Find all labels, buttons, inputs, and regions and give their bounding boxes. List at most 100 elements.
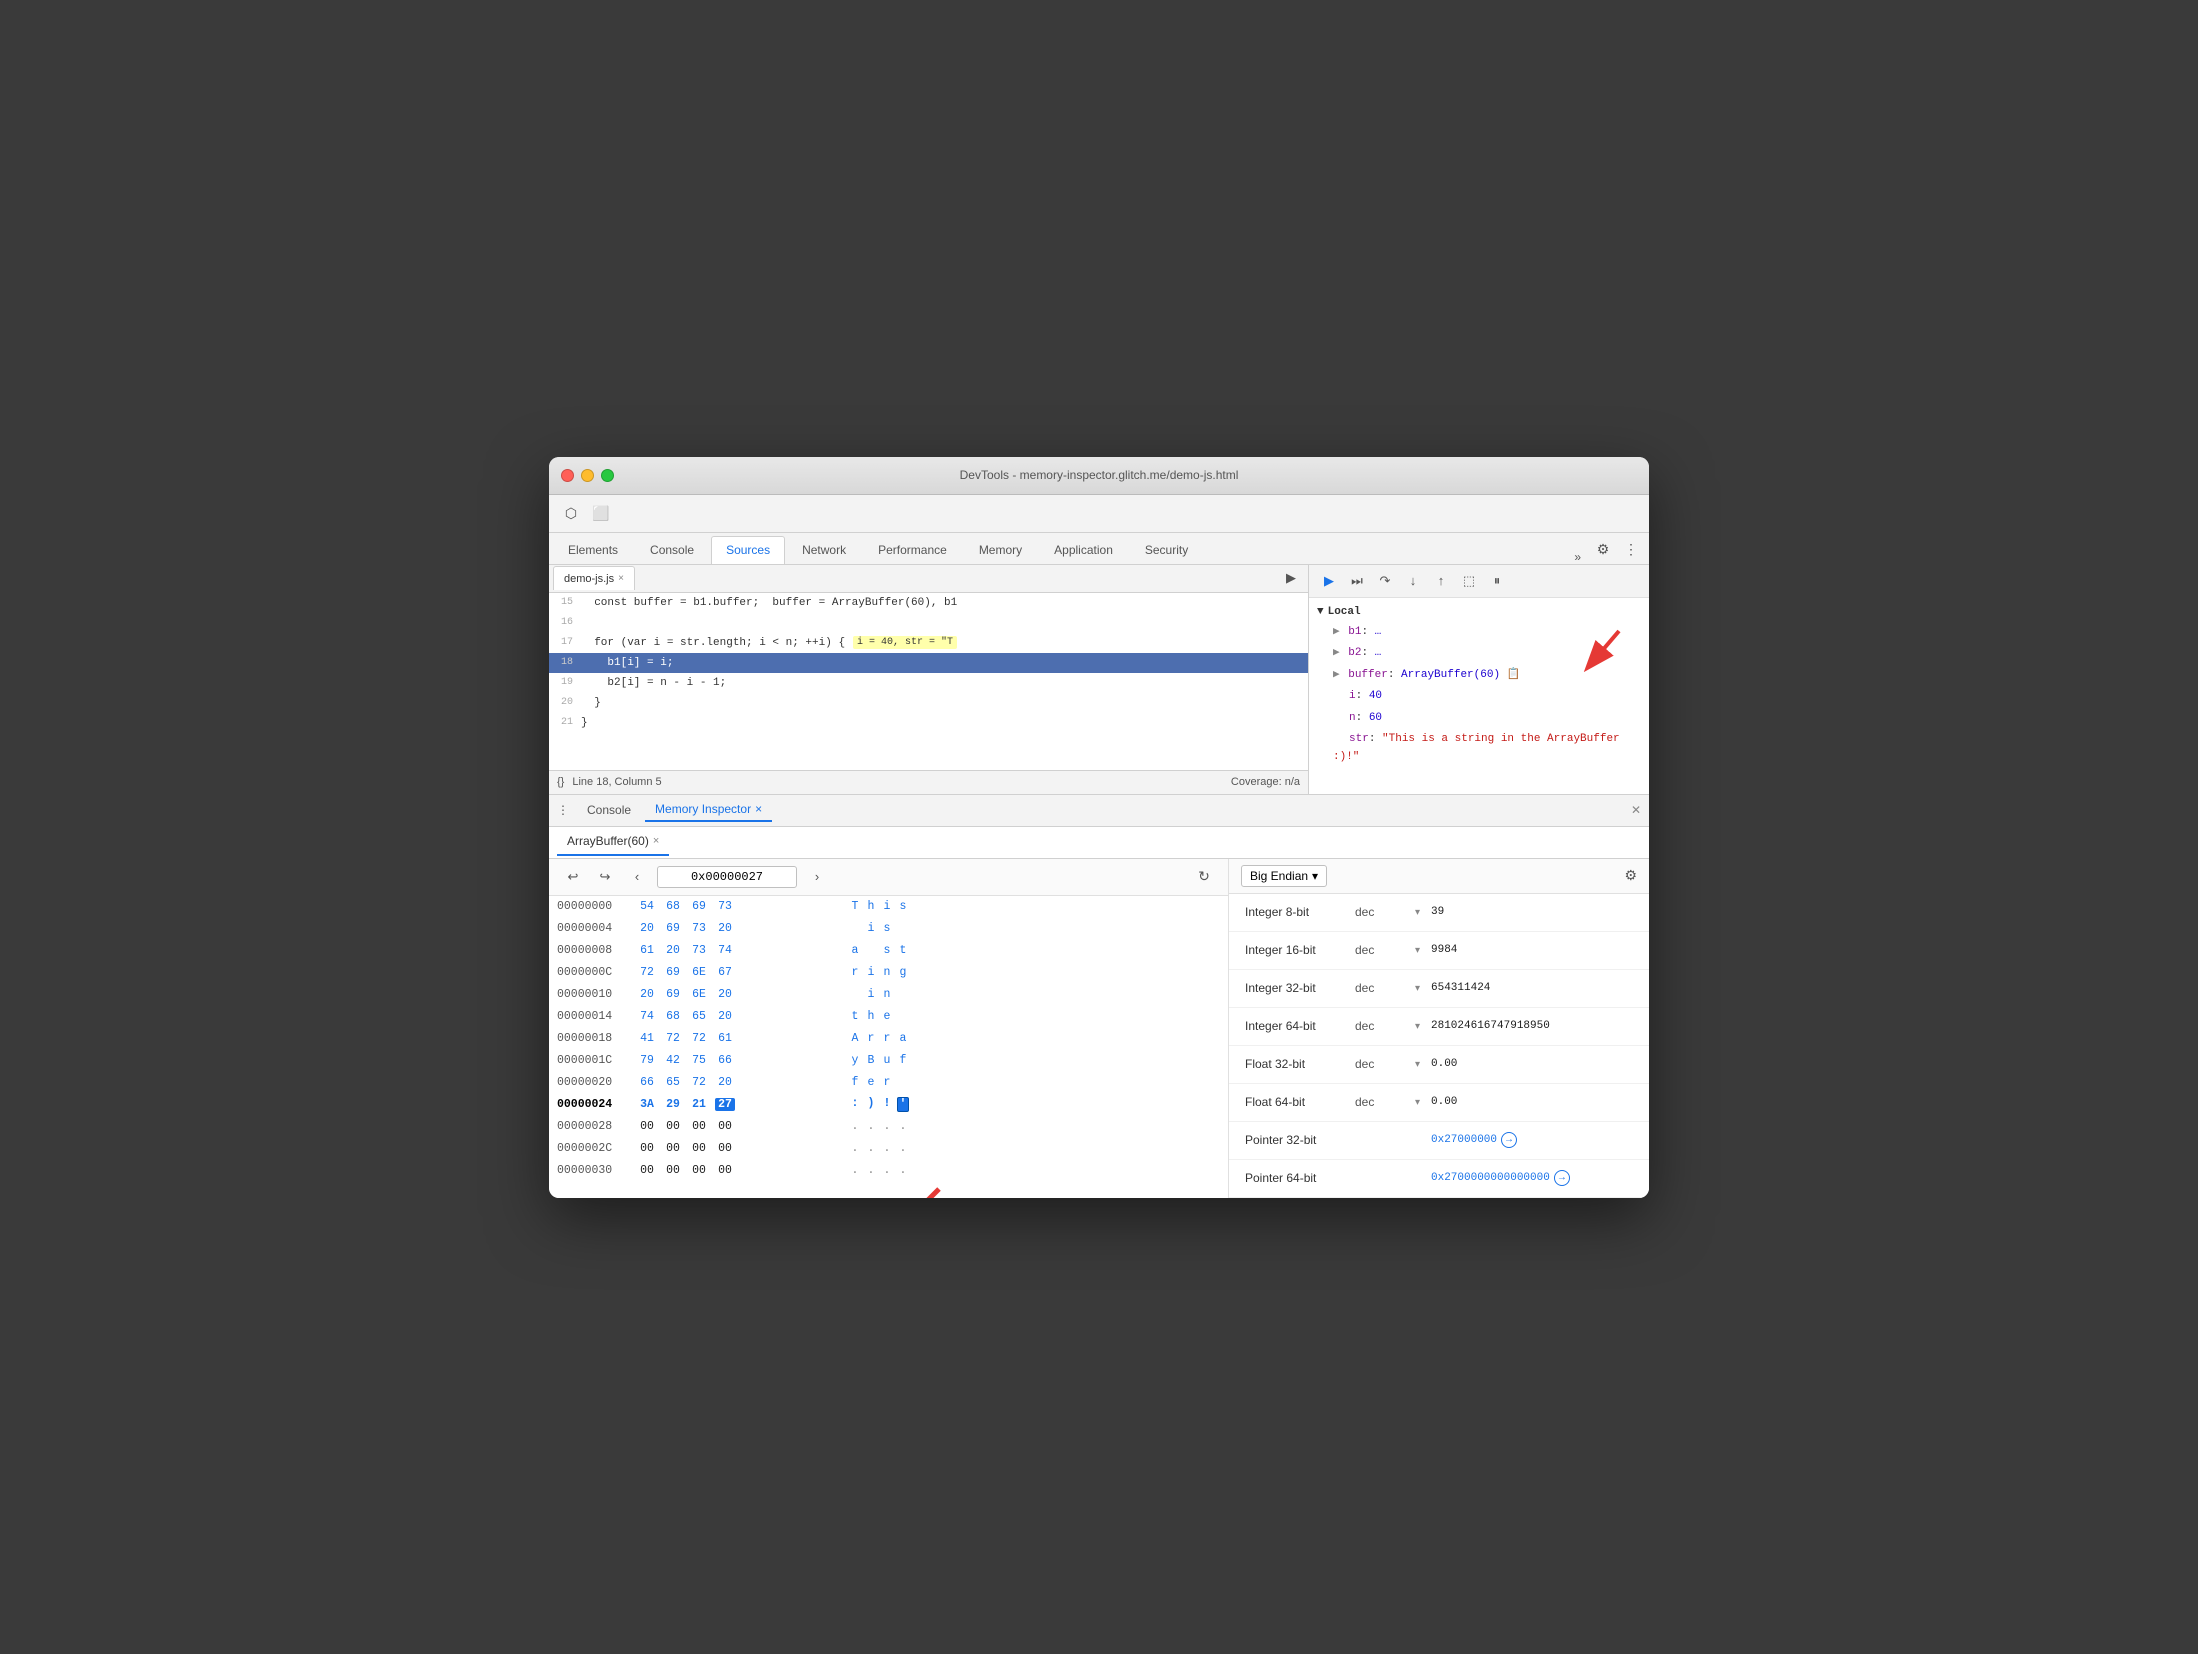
devtools-window: DevTools - memory-inspector.glitch.me/de…	[549, 457, 1649, 1198]
console-panel-tab[interactable]: Console	[577, 798, 641, 822]
var-str: str: "This is a string in the ArrayBuffe…	[1317, 729, 1641, 768]
scope-label: ▼ Local	[1317, 606, 1641, 618]
minimize-button[interactable]	[581, 469, 594, 482]
source-tab-close[interactable]: ×	[618, 573, 624, 584]
address-input[interactable]	[657, 866, 797, 888]
selected-byte[interactable]: 27	[715, 1098, 735, 1111]
arraybuffer-tab[interactable]: ArrayBuffer(60) ×	[557, 828, 669, 856]
memory-inspector-panel: ⋮ Console Memory Inspector × ✕ Ar	[549, 795, 1649, 1198]
devtools-top-toolbar: ⬡ ⬜	[549, 495, 1649, 533]
var-n: n: 60	[1317, 708, 1641, 730]
hex-row-14: 00000014 74 68 65 20 t h	[549, 1006, 1228, 1028]
arraybuffer-tab-close[interactable]: ×	[653, 835, 659, 847]
code-line-21: 21 }	[549, 713, 1308, 733]
source-status-bar: {} Line 18, Column 5 Coverage: n/a	[549, 770, 1308, 794]
tab-application[interactable]: Application	[1039, 536, 1128, 564]
brace-icon: {}	[557, 776, 564, 788]
panel-menu-icon[interactable]: ⋮	[557, 803, 569, 817]
resume-button[interactable]: ▶	[1317, 569, 1341, 593]
tab-performance[interactable]: Performance	[863, 536, 962, 564]
hex-panel[interactable]: ↩ ↪ ‹ › ↻ 00000000 54	[549, 859, 1229, 1198]
pointer32-navigate-icon[interactable]: →	[1501, 1132, 1517, 1148]
tab-console[interactable]: Console	[635, 536, 709, 564]
var-buffer: ▶ buffer: ArrayBuffer(60) 📋	[1317, 665, 1641, 687]
var-b1: ▶ b1: …	[1317, 622, 1641, 644]
device-icon[interactable]: ⬜	[587, 499, 615, 527]
redo-button[interactable]: ↪	[593, 865, 617, 889]
hex-row-1c: 0000001C 79 42 75 66 y B	[549, 1050, 1228, 1072]
bottom-panel: ⋮ Console Memory Inspector × ✕ Ar	[549, 795, 1649, 1198]
pointer64-navigate-icon[interactable]: →	[1554, 1170, 1570, 1186]
title-bar: DevTools - memory-inspector.glitch.me/de…	[549, 457, 1649, 495]
selected-char[interactable]: '	[897, 1097, 909, 1112]
chevron-down-icon: ▾	[1312, 869, 1318, 883]
refresh-button[interactable]: ↻	[1192, 865, 1216, 889]
debugger-toolbar: ▶ ⏭ ↷ ↓ ↑ ⬚ ⏸	[1309, 565, 1649, 598]
hex-row-18: 00000018 41 72 72 61 A r	[549, 1028, 1228, 1050]
panel-close-button[interactable]: ✕	[1631, 803, 1641, 817]
memory-inspector-close[interactable]: ×	[755, 802, 762, 816]
top-panel: demo-js.js × ▶ 15 const buffer = b1.buff…	[549, 565, 1649, 795]
maximize-button[interactable]	[601, 469, 614, 482]
inspector-row-ptr32: Pointer 32-bit 0x27000000 →	[1229, 1122, 1649, 1160]
hex-row-30: 00000030 00 00 00 00 . .	[549, 1160, 1228, 1182]
inspector-panel: Big Endian ▾ ⚙ Integer 8-bit dec ▾ 39	[1229, 859, 1649, 1198]
inspector-toolbar: Big Endian ▾ ⚙	[1229, 859, 1649, 894]
undo-button[interactable]: ↩	[561, 865, 585, 889]
memory-inspector-panel-tab[interactable]: Memory Inspector ×	[645, 798, 772, 822]
inspector-row-int8: Integer 8-bit dec ▾ 39	[1229, 894, 1649, 932]
hex-row-20: 00000020 66 65 72 20 f e	[549, 1072, 1228, 1094]
window-title: DevTools - memory-inspector.glitch.me/de…	[960, 468, 1239, 482]
hex-row-8: 00000008 61 20 73 74 a	[549, 940, 1228, 962]
cursor-icon[interactable]: ⬡	[557, 499, 585, 527]
traffic-lights	[561, 469, 614, 482]
tab-memory[interactable]: Memory	[964, 536, 1037, 564]
tab-network[interactable]: Network	[787, 536, 861, 564]
main-tabs-bar: Elements Console Sources Network Perform…	[549, 533, 1649, 565]
tab-security[interactable]: Security	[1130, 536, 1203, 564]
step-over-button[interactable]: ↷	[1373, 569, 1397, 593]
hex-toolbar: ↩ ↪ ‹ › ↻	[549, 859, 1228, 896]
close-button[interactable]	[561, 469, 574, 482]
pause-exceptions-button[interactable]: ⏸	[1485, 569, 1509, 593]
step-out-button[interactable]: ↑	[1429, 569, 1453, 593]
main-content: demo-js.js × ▶ 15 const buffer = b1.buff…	[549, 565, 1649, 1198]
tab-elements[interactable]: Elements	[553, 536, 633, 564]
endian-selector[interactable]: Big Endian ▾	[1241, 865, 1327, 887]
inspector-row-int32: Integer 32-bit dec ▾ 654311424	[1229, 970, 1649, 1008]
hex-row-0: 00000000 54 68 69 73 T h	[549, 896, 1228, 918]
memory-sub-tab-bar: ArrayBuffer(60) ×	[549, 827, 1649, 859]
more-tabs-button[interactable]: »	[1566, 550, 1589, 564]
source-file-tab[interactable]: demo-js.js ×	[553, 566, 635, 590]
code-line-15: 15 const buffer = b1.buffer; buffer = Ar…	[549, 593, 1308, 613]
next-address-button[interactable]: ›	[805, 865, 829, 889]
source-panel: demo-js.js × ▶ 15 const buffer = b1.buff…	[549, 565, 1309, 794]
inspector-row-ptr64: Pointer 64-bit 0x2700000000000000 →	[1229, 1160, 1649, 1198]
settings-icon[interactable]: ⚙	[1589, 536, 1617, 564]
source-run-button[interactable]: ▶	[1278, 570, 1304, 586]
source-tab-bar: demo-js.js × ▶	[549, 565, 1308, 593]
hex-row-2c: 0000002C 00 00 00 00 . .	[549, 1138, 1228, 1160]
code-line-20: 20 }	[549, 693, 1308, 713]
panel-tab-bar: ⋮ Console Memory Inspector × ✕	[549, 795, 1649, 827]
source-position: Line 18, Column 5	[572, 776, 661, 788]
source-filename: demo-js.js	[564, 573, 614, 585]
prev-address-button[interactable]: ‹	[625, 865, 649, 889]
var-i: i: 40	[1317, 686, 1641, 708]
code-area[interactable]: 15 const buffer = b1.buffer; buffer = Ar…	[549, 593, 1308, 770]
pause-button[interactable]: ⏭	[1345, 569, 1369, 593]
tab-sources[interactable]: Sources	[711, 536, 785, 564]
inspector-row-float64: Float 64-bit dec ▾ 0.00	[1229, 1084, 1649, 1122]
code-line-17: 17 for (var i = str.length; i < n; ++i) …	[549, 633, 1308, 653]
code-line-18: 18 b1[i] = i;	[549, 653, 1308, 673]
inspector-row-int64: Integer 64-bit dec ▾ 281024616747918950	[1229, 1008, 1649, 1046]
inspector-gear-icon[interactable]: ⚙	[1624, 867, 1637, 884]
hex-row-c: 0000000C 72 69 6E 67 r i	[549, 962, 1228, 984]
debugger-content: ▼ Local ▶ b1: … ▶ b2: … ▶	[1309, 598, 1649, 777]
debugger-panel: ▶ ⏭ ↷ ↓ ↑ ⬚ ⏸ ▼ Local ▶	[1309, 565, 1649, 794]
code-line-16: 16	[549, 613, 1308, 633]
step-into-button[interactable]: ↓	[1401, 569, 1425, 593]
more-options-icon[interactable]: ⋮	[1617, 536, 1645, 564]
deactivate-button[interactable]: ⬚	[1457, 569, 1481, 593]
coverage-status: Coverage: n/a	[1231, 776, 1300, 788]
